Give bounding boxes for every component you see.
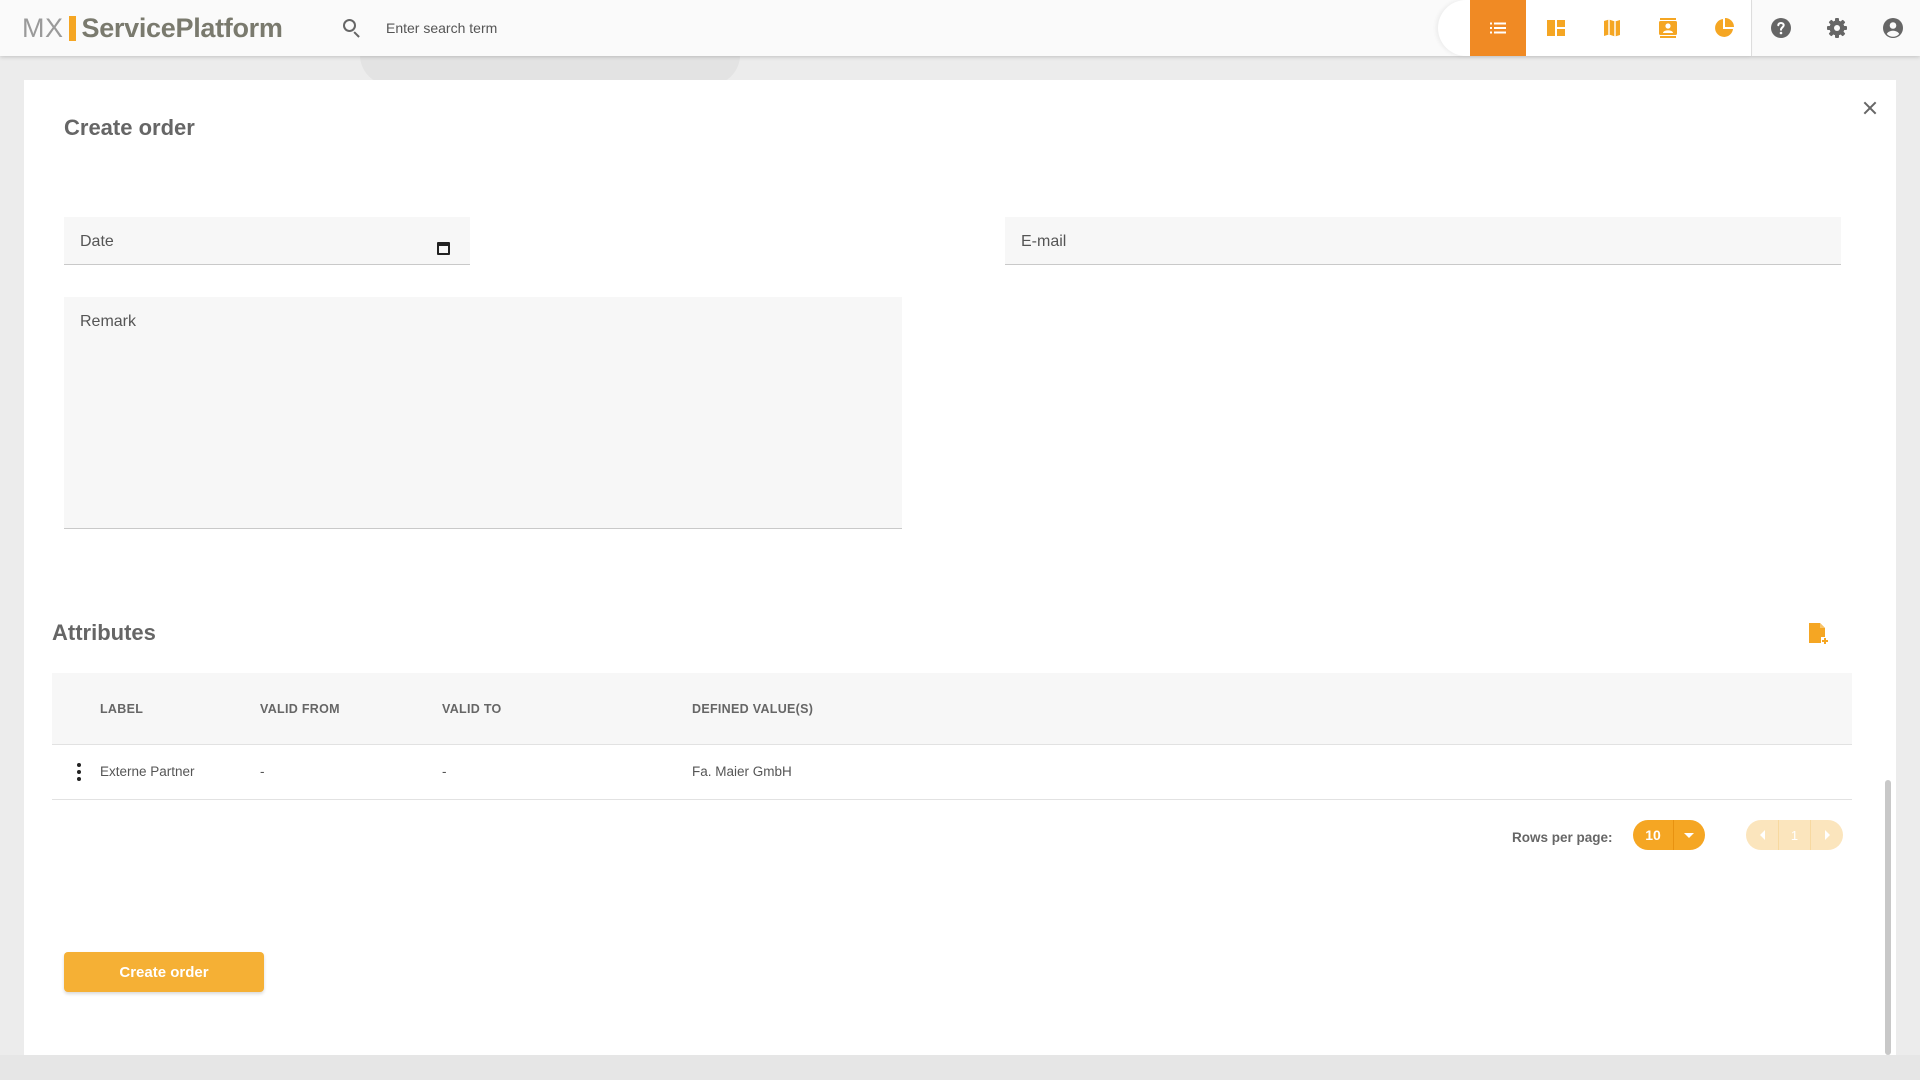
cell-valid-from: - xyxy=(260,764,265,779)
create-order-button[interactable]: Create order xyxy=(64,952,264,992)
more-vert-icon[interactable] xyxy=(76,763,82,781)
previous-page-button[interactable] xyxy=(1746,820,1778,850)
pagination: 1 xyxy=(1746,820,1843,850)
nav-reports-button[interactable] xyxy=(1696,0,1752,56)
nav-contacts-button[interactable] xyxy=(1640,0,1696,56)
column-header-valid-to[interactable]: VALID TO xyxy=(442,702,502,716)
email-field[interactable]: E-mail xyxy=(1005,217,1841,265)
pie-chart-icon xyxy=(1715,18,1734,37)
column-header-valid-from[interactable]: VALID FROM xyxy=(260,702,340,716)
chevron-left-icon xyxy=(1759,830,1765,840)
cell-label: Externe Partner xyxy=(100,764,195,779)
brand-logo[interactable]: MX ServicePlatform xyxy=(22,10,283,46)
settings-icon xyxy=(1827,18,1847,38)
top-app-bar: MX ServicePlatform xyxy=(0,0,1920,56)
brand-prefix: MX xyxy=(22,12,64,43)
next-page-button[interactable] xyxy=(1811,820,1843,850)
column-header-defined-values[interactable]: DEFINED VALUE(S) xyxy=(692,702,813,716)
date-field-label: Date xyxy=(80,233,114,250)
note-add-icon xyxy=(1809,623,1829,645)
add-attribute-button[interactable] xyxy=(1806,620,1830,646)
rows-per-page-label: Rows per page: xyxy=(1512,830,1613,845)
remark-field-label: Remark xyxy=(80,313,137,330)
brand-bar xyxy=(68,15,76,41)
remark-textarea[interactable]: Remark xyxy=(64,297,902,529)
nav-map-button[interactable] xyxy=(1584,0,1640,56)
nav-dashboard-button[interactable] xyxy=(1528,0,1584,56)
rows-per-page-value: 10 xyxy=(1645,827,1661,843)
column-header-label[interactable]: LABEL xyxy=(100,702,143,716)
scrollbar-thumb[interactable] xyxy=(1885,780,1891,1055)
chevron-right-icon xyxy=(1824,830,1830,840)
map-icon xyxy=(1604,19,1620,37)
brand-name: ServicePlatform xyxy=(81,12,283,43)
account-button[interactable] xyxy=(1865,0,1920,56)
search-input[interactable] xyxy=(386,20,686,36)
rows-per-page-select[interactable]: 10 xyxy=(1633,820,1705,850)
date-field[interactable]: Date xyxy=(64,217,470,265)
arrow-drop-down-icon xyxy=(1684,832,1694,838)
attributes-table-header: LABEL VALID FROM VALID TO DEFINED VALUE(… xyxy=(52,673,1852,745)
cell-valid-to: - xyxy=(442,764,447,779)
background-strip xyxy=(0,1055,1920,1080)
email-field-label: E-mail xyxy=(1021,233,1067,250)
close-icon[interactable] xyxy=(1858,96,1882,120)
current-page-number[interactable]: 1 xyxy=(1778,820,1811,850)
search-bar xyxy=(340,12,686,44)
contacts-icon xyxy=(1659,18,1677,38)
search-icon[interactable] xyxy=(340,16,364,40)
calendar-icon[interactable] xyxy=(437,242,450,255)
help-button[interactable] xyxy=(1753,0,1809,56)
account-icon xyxy=(1883,18,1903,38)
help-icon xyxy=(1771,18,1791,38)
create-order-dialog: Create order Date E-mail Remark Attribut… xyxy=(24,80,1896,1055)
list-icon xyxy=(1490,22,1506,34)
settings-button[interactable] xyxy=(1809,0,1865,56)
table-row[interactable]: Externe Partner - - Fa. Maier GmbH xyxy=(52,745,1852,800)
nav-divider xyxy=(1751,0,1752,56)
nav-list-button[interactable] xyxy=(1470,0,1526,56)
attributes-title: Attributes xyxy=(52,620,156,645)
cell-defined-values: Fa. Maier GmbH xyxy=(692,764,792,779)
dashboard-icon xyxy=(1547,20,1565,36)
dialog-title: Create order xyxy=(64,115,195,140)
